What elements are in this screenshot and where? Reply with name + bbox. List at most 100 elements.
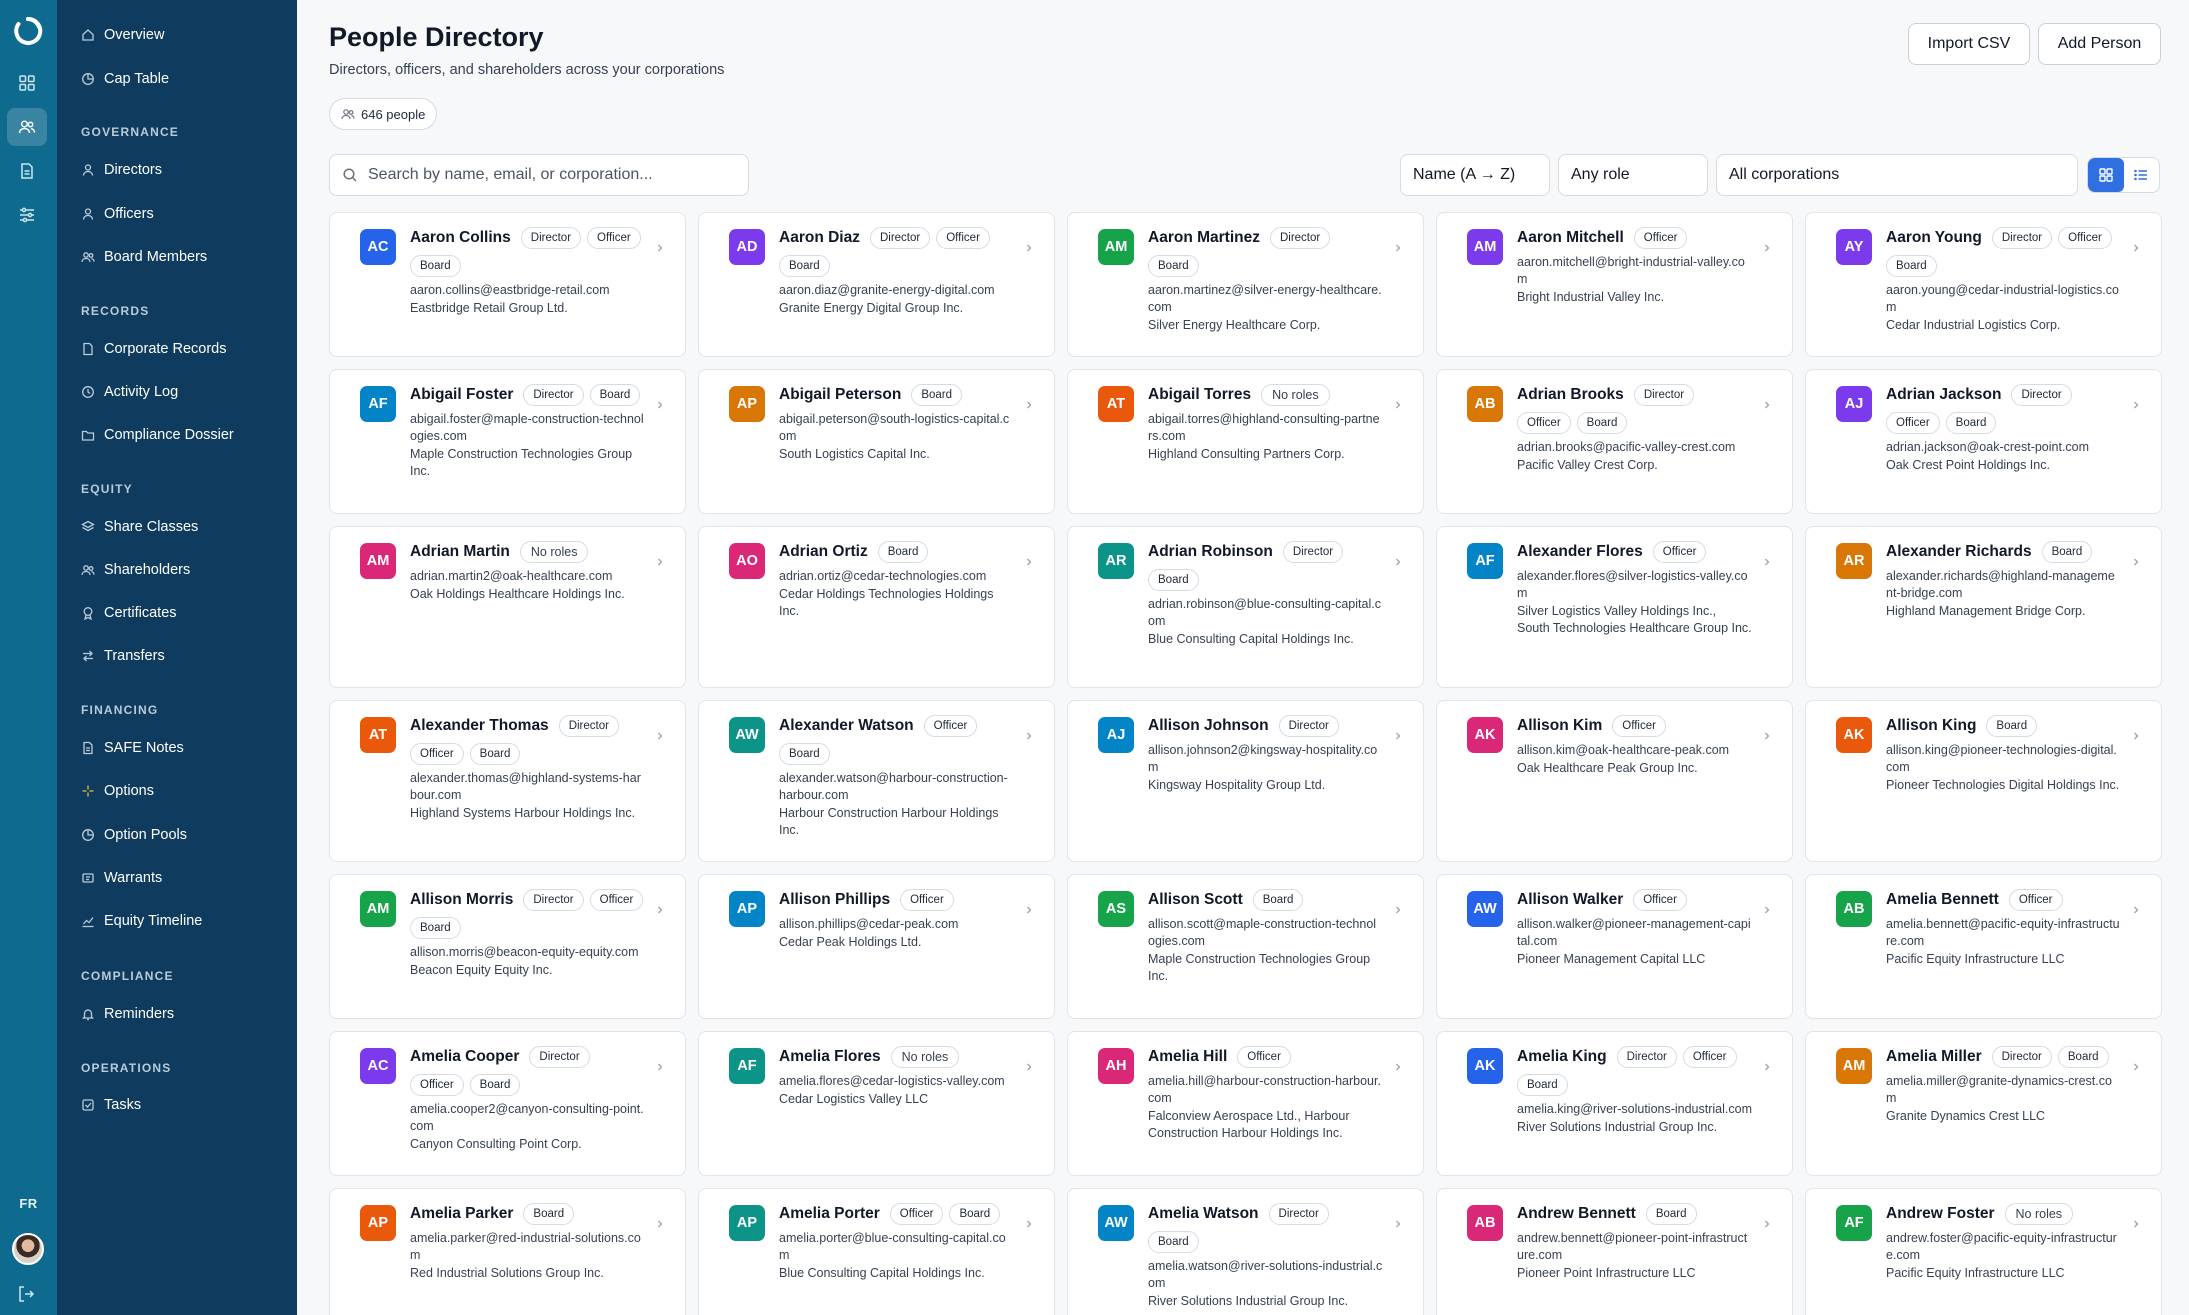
rail-documents-button[interactable] [7,152,47,190]
sidebar-item-reminders[interactable]: Reminders [81,1002,174,1026]
sidebar-item-directors[interactable]: Directors [81,158,162,182]
language-switch[interactable]: FR [0,1196,57,1211]
person-card[interactable]: AC Aaron Collins Director Officer Board aaron… [329,212,686,357]
role-badge: Officer [1612,715,1666,737]
sidebar-item-option-pools[interactable]: Option Pools [81,823,187,847]
person-card[interactable]: AM Aaron Mitchell Officer aaron.mitchell@br… [1436,212,1793,357]
ticket-icon [82,873,94,883]
role-badge: Officer [410,743,464,765]
chevron-right-icon [2134,732,2139,740]
person-card[interactable]: AT Alexander Thomas Director Officer Board al… [329,700,686,862]
sidebar-item-label: Transfers [104,648,165,664]
person-card[interactable]: AB Andrew Bennett Board andrew.bennett@pion… [1436,1188,1793,1315]
import-csv-button[interactable]: Import CSV [1908,23,2030,65]
sidebar-item-safe-notes[interactable]: SAFE Notes [81,736,184,760]
sidebar-item-activity-log[interactable]: Activity Log [81,380,178,404]
grid-view-button[interactable] [2088,158,2124,192]
role-filter-select[interactable]: Any role [1558,154,1708,196]
role-badge: Officer [1633,227,1688,249]
rail-settings-button[interactable] [7,196,47,234]
sidebar-item-transfers[interactable]: Transfers [81,644,165,668]
search-input[interactable] [368,166,728,184]
person-card[interactable]: AW Amelia Watson Director Board amelia.watso… [1067,1188,1424,1315]
chevron-right-icon [1396,1063,1401,1071]
corporation-filter-select[interactable]: All corporations [1716,154,2078,196]
person-card[interactable]: AK Allison Kim Officer allison.kim@oak-heal… [1436,700,1793,862]
person-card[interactable]: AP Abigail Peterson Board abigail.peterson@… [698,369,1055,514]
person-card[interactable]: AM Amelia Miller Director Board amelia.mille… [1805,1031,2162,1176]
logo-icon[interactable] [13,16,43,46]
sidebar-item-officers[interactable]: Officers [81,202,154,226]
person-name: Adrian Martin [410,543,510,560]
person-card[interactable]: AK Amelia King Director Officer Board amelia.… [1436,1031,1793,1176]
sidebar-item-certificates[interactable]: Certificates [81,601,177,625]
person-email: allison.johnson2@kingsway-hospitality.co… [1148,743,1378,774]
person-card[interactable]: AW Allison Walker Officer allison.walker@pi… [1436,874,1793,1019]
person-card[interactable]: AR Adrian Robinson Director Board adrian.rob… [1067,526,1424,688]
person-card[interactable]: AM Aaron Martinez Director Board aaron.marti… [1067,212,1424,357]
person-card[interactable]: AM Allison Morris Director Officer Board alli… [329,874,686,1019]
person-card[interactable]: AM Adrian Martin No roles adrian.martin2@oa… [329,526,686,688]
role-badge: Board [949,1203,1001,1225]
sidebar-item-warrants[interactable]: Warrants [81,866,162,890]
person-card[interactable]: AK Allison King Board allison.king@pioneer-… [1805,700,2162,862]
sidebar-item-tasks[interactable]: Tasks [81,1093,141,1117]
sidebar-item-equity-timeline[interactable]: Equity Timeline [81,909,202,933]
person-card[interactable]: AR Alexander Richards Board alexander.richa… [1805,526,2162,688]
person-card[interactable]: AB Adrian Brooks Director Officer Board adria… [1436,369,1793,514]
person-card[interactable]: AP Amelia Porter Officer Board amelia.porter… [698,1188,1055,1315]
sidebar-item-board-members[interactable]: Board Members [81,245,207,269]
person-card[interactable]: AP Amelia Parker Board amelia.parker@red-in… [329,1188,686,1315]
person-card[interactable]: AJ Adrian Jackson Director Officer Board adri… [1805,369,2162,514]
person-card[interactable]: AT Abigail Torres No roles abigail.torres@h… [1067,369,1424,514]
users-icon [341,109,355,120]
sidebar-item-overview[interactable]: Overview [81,23,164,47]
person-card[interactable]: AO Adrian Ortiz Board adrian.ortiz@cedar-te… [698,526,1055,688]
search-box[interactable] [329,154,749,196]
rail-people-button[interactable] [7,108,47,146]
sort-select[interactable]: Name (A → Z) [1400,154,1550,196]
add-person-button[interactable]: Add Person [2038,23,2161,65]
person-name: Alexander Flores [1517,543,1643,560]
person-card[interactable]: AP Allison Phillips Officer allison.phillip… [698,874,1055,1019]
chart-icon [82,917,94,928]
person-card[interactable]: AC Amelia Cooper Director Officer Board ameli… [329,1031,686,1176]
person-card[interactable]: AW Alexander Watson Officer Board alexander.… [698,700,1055,862]
role-badge: Officer [1886,412,1940,434]
person-card[interactable]: AF Abigail Foster Director Board abigail.fos… [329,369,686,514]
person-header: Abigail Peterson Board [779,384,1014,406]
role-badge: Board [2057,1046,2109,1068]
person-card[interactable]: AF Andrew Foster No roles andrew.foster@pac… [1805,1188,2162,1315]
role-badge: Director [1269,227,1331,249]
sidebar-item-options[interactable]: Options [81,779,154,803]
sidebar-item-shareholders[interactable]: Shareholders [81,558,190,582]
sidebar-item-compliance-dossier[interactable]: Compliance Dossier [81,423,234,447]
person-header: Aaron Diaz Director Officer Board [779,227,1014,277]
person-card[interactable]: AB Amelia Bennett Officer amelia.bennett@pa… [1805,874,2162,1019]
sidebar-item-cap-table[interactable]: Cap Table [81,67,169,91]
person-card[interactable]: AD Aaron Diaz Director Officer Board aaron.di… [698,212,1055,357]
person-corporation: Pioneer Management Capital LLC [1517,952,1706,966]
list-view-button[interactable] [2124,158,2160,192]
role-badge: Board [1945,412,1997,434]
person-name: Amelia Flores [779,1048,881,1065]
user-avatar[interactable] [12,1233,44,1265]
person-card[interactable]: AS Allison Scott Board allison.scott@maple-… [1067,874,1424,1019]
avatar: AY [1836,229,1872,265]
person-card[interactable]: AJ Allison Johnson Director allison.johnson… [1067,700,1424,862]
avatar: AJ [1836,386,1872,422]
sidebar-item-share-classes[interactable]: Share Classes [81,515,198,539]
chevron-right-icon [1396,244,1401,252]
person-card[interactable]: AH Amelia Hill Officer amelia.hill@harbour-… [1067,1031,1424,1176]
sidebar-item-corporate-records[interactable]: Corporate Records [81,337,227,361]
person-card[interactable]: AY Aaron Young Director Officer Board aaron.y… [1805,212,2162,357]
chevron-right-icon [1396,906,1401,914]
person-card[interactable]: AF Amelia Flores No roles amelia.flores@ced… [698,1031,1055,1176]
logout-icon[interactable] [16,1284,36,1304]
sidebar-item-label: Share Classes [104,519,199,535]
person-card[interactable]: AF Alexander Flores Officer alexander.flore… [1436,526,1793,688]
clock-icon [82,386,94,398]
person-email: abigail.torres@highland-consulting-partn… [1148,412,1380,443]
rail-dashboard-button[interactable] [7,64,47,102]
home-icon [82,29,94,41]
